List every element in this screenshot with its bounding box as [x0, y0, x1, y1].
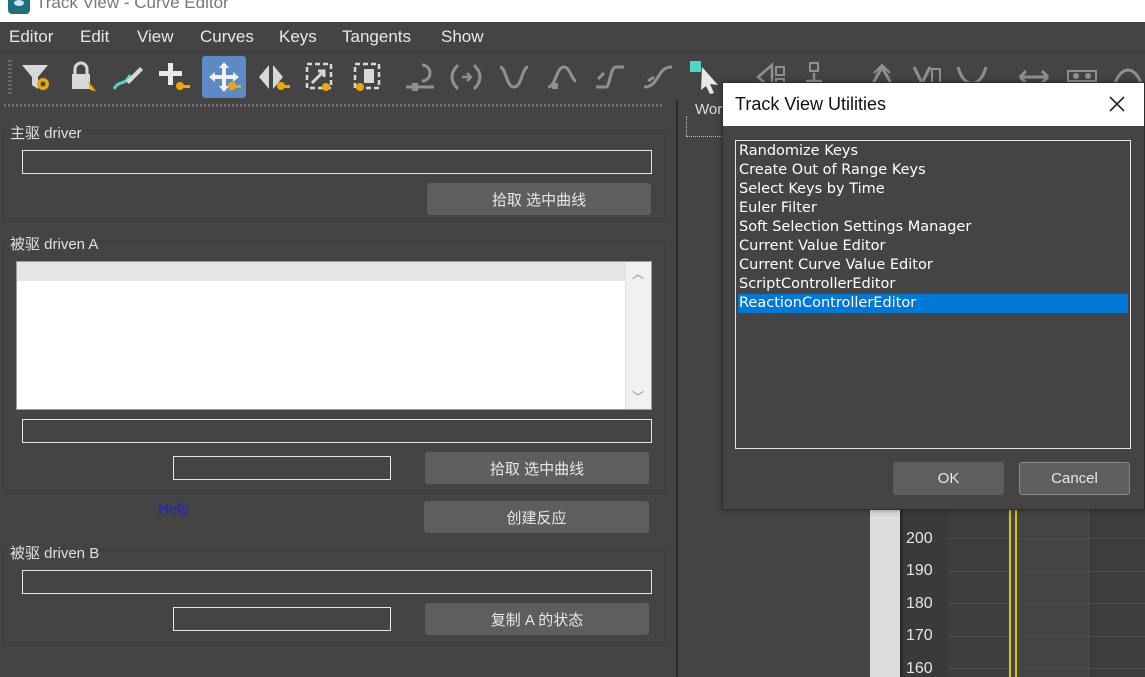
scroll-up-icon[interactable]: ︿ — [632, 268, 644, 280]
listbox-scrollbar[interactable]: ︿ ﹀ — [625, 262, 651, 409]
driver-label: 主驱 driver — [10, 125, 82, 142]
grid-line — [948, 668, 1145, 669]
track-view-utilities-dialog: Track View Utilities Randomize Keys Crea… — [722, 82, 1145, 510]
driven-a-pick-field[interactable] — [173, 456, 391, 480]
driven-a-label: 被驱 driven A — [10, 236, 99, 253]
menu-show[interactable]: Show — [441, 27, 484, 47]
tree-connector — [686, 116, 687, 136]
grid-line — [948, 636, 1145, 637]
driven-a-field[interactable] — [22, 419, 652, 443]
tangent-slow-icon[interactable] — [636, 56, 680, 98]
reaction-rollout-panel: 主驱 driver 拾取 选中曲线 被驱 driven A ︿ ﹀ 拾取 选中曲… — [0, 100, 670, 677]
cancel-button[interactable]: Cancel — [1019, 462, 1130, 495]
menu-editor[interactable]: Editor — [9, 27, 53, 47]
create-reaction-button[interactable]: 创建反应 — [424, 501, 649, 533]
menu-curves[interactable]: Curves — [200, 27, 254, 47]
time-slider-line[interactable] — [1015, 508, 1017, 677]
grid-line — [948, 603, 1145, 604]
copy-state-button[interactable]: 复制 A 的状态 — [425, 603, 649, 635]
dialog-title: Track View Utilities — [735, 94, 887, 114]
add-keys-icon[interactable] — [152, 56, 196, 98]
scroll-down-icon[interactable]: ﹀ — [632, 391, 644, 403]
tangent-spline-icon[interactable] — [540, 56, 584, 98]
driven-a-pick-button[interactable]: 拾取 选中曲线 — [425, 452, 649, 484]
menu-keys[interactable]: Keys — [279, 27, 317, 47]
list-item[interactable]: Soft Selection Settings Manager — [738, 218, 1128, 237]
list-item[interactable]: Create Out of Range Keys — [738, 161, 1128, 180]
controller-window-edge — [870, 508, 900, 677]
utilities-list[interactable]: Randomize Keys Create Out of Range Keys … — [735, 140, 1131, 449]
ruler-tick: 200 — [906, 530, 933, 547]
filter-icon[interactable] — [14, 56, 58, 98]
graph-range-band — [1008, 508, 1088, 677]
lock-selection-icon[interactable] — [60, 56, 104, 98]
driven-a-listbox[interactable]: ︿ ﹀ — [16, 261, 652, 410]
list-item[interactable]: Randomize Keys — [738, 142, 1128, 161]
ok-button[interactable]: OK — [893, 462, 1004, 495]
tangent-auto-icon[interactable] — [492, 56, 536, 98]
driven-b-copy-field[interactable] — [173, 607, 391, 631]
grid-line — [948, 571, 1145, 572]
move-keys-icon[interactable] — [202, 56, 246, 98]
toolbar-grip[interactable] — [8, 60, 12, 94]
curve-graph[interactable] — [948, 508, 1145, 677]
driver-pick-button[interactable]: 拾取 选中曲线 — [427, 183, 651, 215]
tangent-fast-icon[interactable] — [588, 56, 632, 98]
close-icon[interactable] — [1106, 93, 1128, 115]
ruler-tick: 170 — [906, 627, 933, 644]
scale-keys-icon[interactable] — [298, 56, 342, 98]
dialog-title-bar[interactable]: Track View Utilities — [723, 83, 1144, 126]
list-item[interactable]: ScriptControllerEditor — [738, 275, 1128, 294]
time-slider-line[interactable] — [1009, 508, 1011, 677]
list-item-selected[interactable]: ReactionControllerEditor — [738, 294, 1128, 313]
ruler-tick: 180 — [906, 595, 933, 612]
list-item[interactable]: Current Curve Value Editor — [738, 256, 1128, 275]
controller-tree-root[interactable]: Wor — [695, 101, 722, 118]
help-link[interactable]: Help — [158, 501, 189, 518]
driven-b-field[interactable] — [22, 570, 652, 594]
slide-keys-icon[interactable] — [251, 56, 295, 98]
menu-view[interactable]: View — [137, 27, 174, 47]
tree-connector — [686, 136, 722, 137]
snap-frames-icon[interactable] — [444, 56, 488, 98]
list-item[interactable] — [17, 262, 625, 281]
title-bar: Track View - Curve Editor — [0, 0, 1145, 22]
driven-b-label: 被驱 driven B — [10, 545, 100, 562]
region-tool-icon[interactable] — [398, 56, 442, 98]
scale-values-icon[interactable] — [346, 56, 390, 98]
driver-field[interactable] — [22, 150, 652, 174]
grid-line — [1088, 508, 1089, 677]
list-item[interactable]: Euler Filter — [738, 199, 1128, 218]
window-title: Track View - Curve Editor — [36, 0, 229, 12]
menu-bar: Editor Edit View Curves Keys Tangents Sh… — [0, 22, 1145, 52]
list-item[interactable]: Current Value Editor — [738, 237, 1128, 256]
menu-tangents[interactable]: Tangents — [342, 27, 411, 47]
menu-edit[interactable]: Edit — [80, 27, 109, 47]
ruler-tick: 160 — [906, 660, 933, 677]
rollout-divider — [4, 104, 664, 107]
list-item[interactable]: Select Keys by Time — [738, 180, 1128, 199]
ruler-tick: 190 — [906, 562, 933, 579]
app-logo-icon — [8, 0, 30, 14]
grid-line — [948, 538, 1145, 539]
draw-curves-icon[interactable] — [106, 56, 150, 98]
